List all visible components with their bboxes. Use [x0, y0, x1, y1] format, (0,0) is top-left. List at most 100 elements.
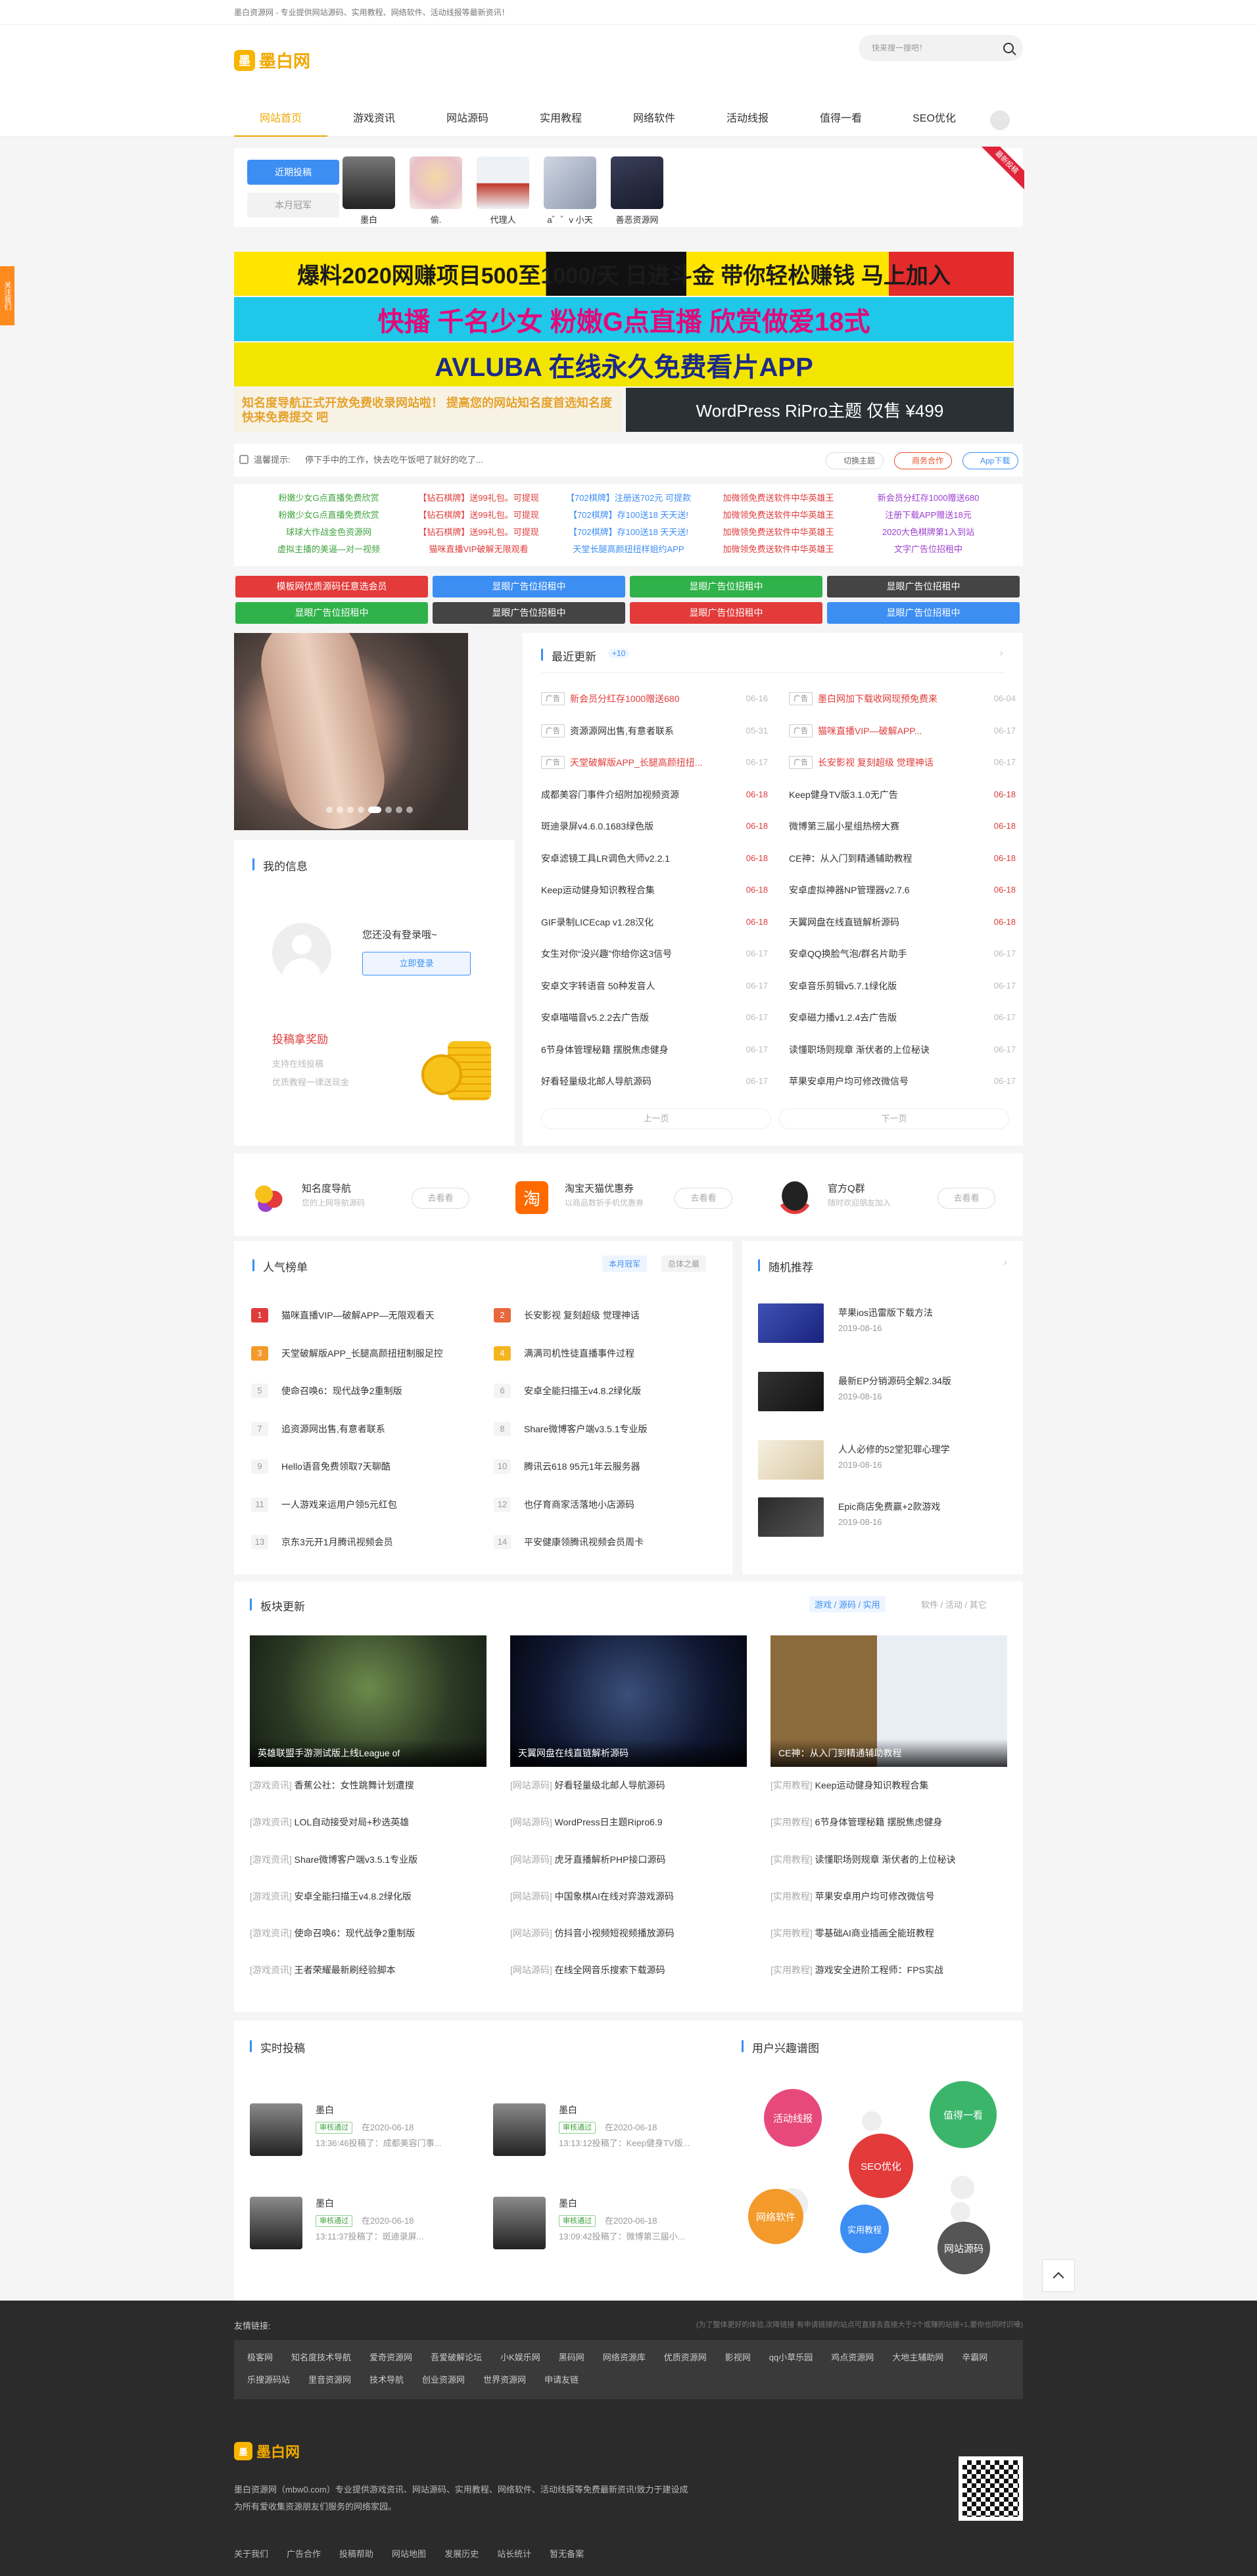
friend-link[interactable]: 吾爱破解论坛: [431, 2353, 482, 2362]
news-row[interactable]: 微博第三届小星组热榜大赛 06-18: [789, 810, 1016, 843]
text-link[interactable]: 粉嫩少女G点直播免费欣赏: [254, 490, 404, 507]
block-list-item[interactable]: [实用教程] 读懂职场则规章 渐伏者的上位秘诀: [771, 1841, 1007, 1878]
rank-title[interactable]: Share微博客户端v3.5.1专业版: [524, 1419, 711, 1439]
nav-home[interactable]: 网站首页: [234, 101, 327, 137]
news-row[interactable]: Keep运动健身知识教程合集 06-18: [541, 874, 768, 906]
rank-title[interactable]: Hello语音免费领取7天聊酷: [281, 1457, 468, 1476]
text-link[interactable]: 虚拟主播的美逼—对一视频: [254, 541, 404, 558]
nav-software[interactable]: 网络软件: [607, 101, 701, 137]
news-title[interactable]: CE神：从入门到精通辅助教程: [789, 843, 976, 875]
contributor[interactable]: a゛゛v 小天: [544, 156, 596, 225]
text-link[interactable]: 粉嫩少女G点直播免费欣赏: [254, 507, 404, 524]
chevron-right-icon[interactable]: ›: [1004, 1257, 1007, 1269]
ad-button[interactable]: 显眼广告位招租中: [630, 576, 822, 597]
friend-link[interactable]: 鸡点资源网: [831, 2353, 874, 2362]
live-item[interactable]: 墨白 审核通过 在2020-06-18 13:09:42投稿了：微博第三届小...: [493, 2197, 730, 2262]
news-row[interactable]: 安卓QQ换脸气泡/群名片助手 06-17: [789, 938, 1016, 970]
news-title[interactable]: 安卓虚拟神器NP管理器v2.7.6: [789, 874, 976, 906]
block-image[interactable]: 天翼网盘在线直链解析源码: [510, 1635, 747, 1767]
footer-nav-link[interactable]: 广告合作: [287, 2549, 321, 2559]
ad-banner-4[interactable]: 知名度导航正式开放免费收录网站啦！ 提高您的网站知名度首选知名度 快来免费提交 …: [234, 388, 622, 432]
live-item[interactable]: 墨白 审核通过 在2020-06-18 13:36:46投稿了：成都美容门事...: [250, 2103, 486, 2169]
news-row[interactable]: 斑迪录屏v4.6.0.1683绿色版 06-18: [541, 810, 768, 843]
news-row[interactable]: 读懂职场则规章 渐伏者的上位秘诀 06-17: [789, 1034, 1016, 1066]
block-list-item[interactable]: [实用教程] Keep运动健身知识教程合集: [771, 1767, 1007, 1804]
news-title[interactable]: Keep健身TV版3.1.0无广告: [789, 779, 976, 811]
news-row[interactable]: 安卓喵喵音v5.2.2去广告版 06-17: [541, 1002, 768, 1034]
rank-item[interactable]: 3 天堂破解版APP_长腿高颜扭扭制服足控: [251, 1344, 468, 1363]
tab-month[interactable]: 本月冠军: [602, 1255, 648, 1272]
nav-worth-seeing[interactable]: 值得一看: [794, 101, 888, 137]
block-item-title[interactable]: Share微博客户端v3.5.1专业版: [295, 1854, 418, 1865]
news-title[interactable]: 6节身体管理秘籍 摆脱焦虑健身: [541, 1034, 728, 1066]
friend-link[interactable]: 极客网: [247, 2353, 273, 2362]
block-list-item[interactable]: [实用教程] 零基础AI商业插画全能班教程: [771, 1915, 1007, 1952]
text-link[interactable]: 天堂长腿高颜扭扭样姐约APP: [554, 541, 703, 558]
rank-item[interactable]: 12 也仔育商家活落地小店源码: [494, 1495, 711, 1514]
back-to-top-button[interactable]: [1042, 2259, 1075, 2292]
rank-item[interactable]: 8 Share微博客户端v3.5.1专业版: [494, 1419, 711, 1439]
feature-item[interactable]: 知名度导航 您的上网导航源码 去看看: [252, 1176, 489, 1215]
news-row[interactable]: CE神：从入门到精通辅助教程 06-18: [789, 843, 1016, 875]
rank-title[interactable]: 平安健康领腾讯视频会员周卡: [524, 1532, 711, 1552]
contributor[interactable]: 代理人: [477, 156, 529, 225]
rank-item[interactable]: 9 Hello语音免费领取7天聊酷: [251, 1457, 468, 1476]
news-title[interactable]: 微博第三届小星组热榜大赛: [789, 810, 976, 843]
random-item[interactable]: 人人必修的52堂犯罪心理学 2019-08-16: [758, 1440, 1008, 1486]
text-link[interactable]: 文字广告位招租中: [853, 541, 1003, 558]
news-title[interactable]: 新会员分红存1000赠送680: [570, 683, 728, 715]
news-row[interactable]: Keep健身TV版3.1.0无广告 06-18: [789, 779, 1016, 811]
go-button[interactable]: 去看看: [937, 1188, 995, 1209]
chevron-right-icon[interactable]: ›: [1000, 647, 1003, 659]
block-item-title[interactable]: 安卓全能扫描王v4.8.2绿化版: [295, 1891, 412, 1902]
block-item-title[interactable]: 苹果安卓用户均可修改微信号: [815, 1891, 935, 1902]
ad-banner-1[interactable]: 爆料2020网赚项目500至1000/天 日进斗金 带你轻松赚钱 马上加入: [234, 252, 1014, 296]
news-title[interactable]: 长安影视 复刻超级 觉理神话: [818, 747, 976, 779]
block-item-title[interactable]: 6节身体管理秘籍 摆脱焦虑健身: [815, 1817, 943, 1827]
ad-button[interactable]: 显眼广告位招租中: [433, 602, 625, 624]
search-input[interactable]: 快来搜一搜吧！: [859, 35, 1023, 61]
interest-bubble[interactable]: 网站源码: [937, 2222, 990, 2274]
friend-link[interactable]: 黑码网: [559, 2353, 584, 2362]
block-list-item[interactable]: [网站源码] 虎牙直播解析PHP接口源码: [510, 1841, 747, 1878]
block-list-item[interactable]: [游戏资讯] 香蕉公社：女性跳舞计划遭搜: [250, 1767, 486, 1804]
block-list-item[interactable]: [游戏资讯] 使命召唤6：现代战争2重制版: [250, 1915, 486, 1952]
block-list-item[interactable]: [网站源码] 好看轻量级北邮人导航源码: [510, 1767, 747, 1804]
rank-item[interactable]: 1 猫咪直播VIP—破解APP—无限观看天: [251, 1305, 468, 1325]
search-icon[interactable]: [1003, 43, 1014, 53]
ad-button[interactable]: 显眼广告位招租中: [235, 602, 428, 624]
news-title[interactable]: 安卓喵喵音v5.2.2去广告版: [541, 1002, 728, 1034]
friend-link[interactable]: 创业资源网: [422, 2375, 465, 2385]
news-row[interactable]: 安卓文字转语音 50种发音人 06-17: [541, 970, 768, 1002]
go-button[interactable]: 去看看: [675, 1188, 732, 1209]
rank-item[interactable]: 4 满满司机性徒直播事件过程: [494, 1344, 711, 1363]
friend-link[interactable]: 小K娱乐网: [500, 2353, 540, 2362]
tab-recent-contrib[interactable]: 近期投稿: [247, 160, 339, 185]
friend-link[interactable]: 里音资源网: [308, 2375, 351, 2385]
block-list-item[interactable]: [网站源码] 在线全网音乐搜索下载源码: [510, 1952, 747, 1988]
news-title[interactable]: GIF录制LICEcap v1.28汉化: [541, 906, 728, 939]
rank-title[interactable]: 也仔育商家活落地小店源码: [524, 1495, 711, 1514]
app-download-button[interactable]: App下载: [962, 452, 1019, 469]
live-item[interactable]: 墨白 审核通过 在2020-06-18 13:11:37投稿了：斑迪录屏...: [250, 2197, 486, 2262]
rank-title[interactable]: 天堂破解版APP_长腿高颜扭扭制服足控: [281, 1344, 468, 1363]
nav-seo[interactable]: SEO优化: [888, 101, 981, 137]
ad-button[interactable]: 显眼广告位招租中: [827, 576, 1020, 597]
rank-title[interactable]: 京东3元开1月腾讯视频会员: [281, 1532, 468, 1552]
news-row[interactable]: 苹果安卓用户均可修改微信号 06-17: [789, 1066, 1016, 1098]
text-link[interactable]: 球球大作战金色资源网: [254, 524, 404, 541]
block-list-item[interactable]: [实用教程] 游戏安全进阶工程师：FPS实战: [771, 1952, 1007, 1988]
text-link[interactable]: 2020大色棋牌第1入到站: [853, 524, 1003, 541]
rank-item[interactable]: 11 一人游戏来运用户领5元红包: [251, 1495, 468, 1514]
text-link[interactable]: 【钻石棋牌】送99礼包。可提现: [404, 507, 554, 524]
text-link[interactable]: 【702棋牌】存100送18 天天送!: [554, 507, 703, 524]
contributor[interactable]: 偷.: [410, 156, 462, 225]
rank-title[interactable]: 一人游戏来运用户领5元红包: [281, 1495, 468, 1514]
rank-item[interactable]: 10 腾讯云618 95元1年云服务器: [494, 1457, 711, 1476]
block-item-title[interactable]: 香蕉公社：女性跳舞计划遭搜: [295, 1780, 414, 1791]
news-row[interactable]: 6节身体管理秘籍 摆脱焦虑健身 06-17: [541, 1034, 768, 1066]
block-item-title[interactable]: 在线全网音乐搜索下载源码: [555, 1965, 665, 1975]
interest-bubble[interactable]: SEO优化: [849, 2134, 913, 2198]
footer-nav-link[interactable]: 发展历史: [444, 2549, 479, 2559]
block-list-item[interactable]: [实用教程] 苹果安卓用户均可修改微信号: [771, 1878, 1007, 1915]
